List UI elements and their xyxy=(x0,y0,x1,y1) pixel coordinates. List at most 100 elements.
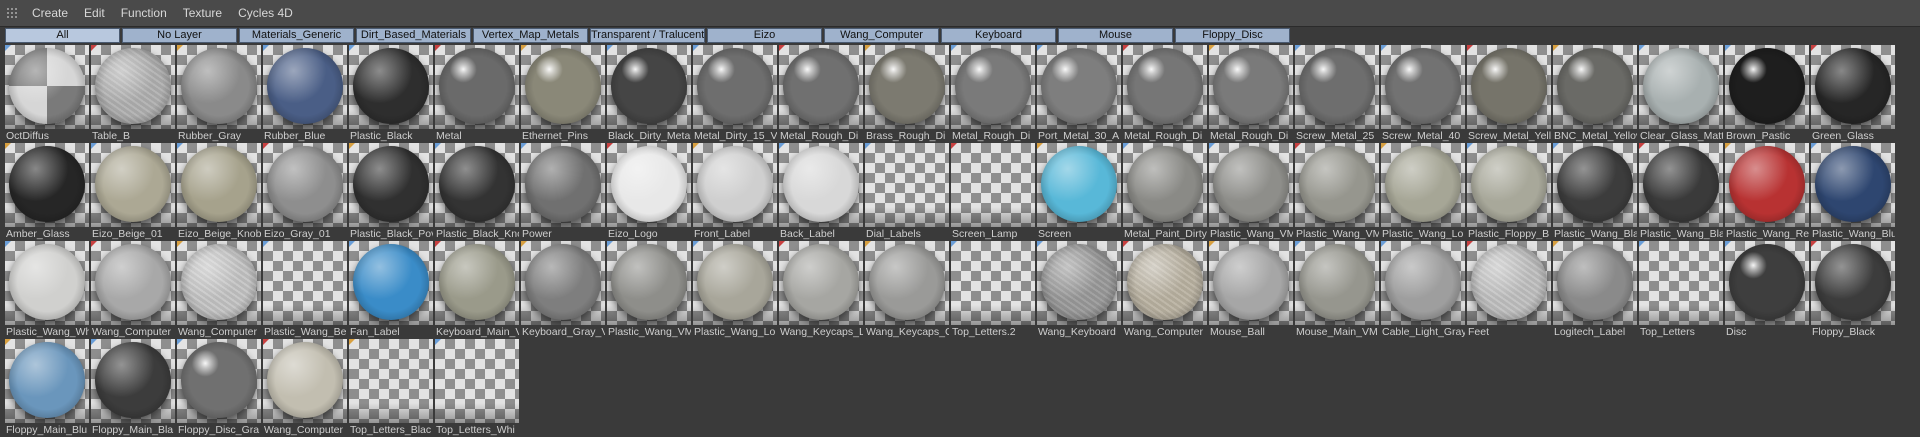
material-item[interactable]: Disc xyxy=(1725,241,1809,339)
material-item[interactable]: Eizo_Beige_Knob xyxy=(177,143,261,241)
material-item[interactable]: Plastic_Wang_Re xyxy=(1725,143,1809,241)
material-item[interactable]: Clear_Glass_Matt xyxy=(1639,45,1723,143)
material-item[interactable]: Floppy_Main_Blu xyxy=(5,339,89,437)
material-item[interactable]: Metal xyxy=(435,45,519,143)
preview-shadow xyxy=(263,305,347,325)
material-item[interactable]: Metal_Rough_Di xyxy=(1123,45,1207,143)
layer-tab[interactable]: Floppy_Disc xyxy=(1175,28,1290,43)
material-preview xyxy=(1553,143,1637,227)
material-item[interactable]: Keyboard_Gray_V xyxy=(521,241,605,339)
layer-tab[interactable]: All xyxy=(5,28,120,43)
material-item[interactable]: Plastic_Wang_Wh xyxy=(5,241,89,339)
material-item[interactable]: Wang_Keycaps_L xyxy=(779,241,863,339)
material-item[interactable]: Table_B xyxy=(91,45,175,143)
material-item[interactable]: Plastic_Wang_VM xyxy=(607,241,691,339)
material-item[interactable]: Metal_Rough_Di xyxy=(951,45,1035,143)
menu-create[interactable]: Create xyxy=(24,0,76,27)
material-item[interactable]: Screen_Lamp xyxy=(951,143,1035,241)
material-item[interactable]: Plastic_Black_Kno xyxy=(435,143,519,241)
menu-edit[interactable]: Edit xyxy=(76,0,113,27)
material-item[interactable]: Plastic_Black_Pov xyxy=(349,143,433,241)
layer-tab[interactable]: Keyboard xyxy=(941,28,1056,43)
material-item[interactable]: Brown_Pastic xyxy=(1725,45,1809,143)
material-item[interactable]: Floppy_Black xyxy=(1811,241,1895,339)
material-item[interactable]: Metal_Paint_Dirty xyxy=(1123,143,1207,241)
material-item[interactable]: Floppy_Main_Bla xyxy=(91,339,175,437)
material-item[interactable]: Black_Dirty_Metal xyxy=(607,45,691,143)
menu-texture[interactable]: Texture xyxy=(175,0,230,27)
material-item[interactable]: Metal_Dirty_15_V xyxy=(693,45,777,143)
material-name: Plastic_Wang_Blu xyxy=(1812,228,1895,240)
layer-tab[interactable]: Mouse xyxy=(1058,28,1173,43)
material-item[interactable]: Fan_Label xyxy=(349,241,433,339)
material-item[interactable]: Plastic_Wang_Lo xyxy=(1381,143,1465,241)
material-item[interactable]: Top_Letters_Whi xyxy=(435,339,519,437)
layer-color-marker xyxy=(435,241,441,247)
layer-tab[interactable]: Wang_Computer xyxy=(824,28,939,43)
layer-tab[interactable]: Materials_Generic xyxy=(239,28,354,43)
material-item[interactable]: Screen xyxy=(1037,143,1121,241)
material-item[interactable]: Top_Letters.2 xyxy=(951,241,1035,339)
material-item[interactable]: Wang_Computer xyxy=(177,241,261,339)
layer-tab[interactable]: Transparent / Tralucent xyxy=(590,28,705,43)
material-item[interactable]: Brass_Rough_Di xyxy=(865,45,949,143)
material-item[interactable]: Back_Label xyxy=(779,143,863,241)
material-item[interactable]: Metal_Rough_Di xyxy=(779,45,863,143)
material-item[interactable]: Plastic_Black xyxy=(349,45,433,143)
material-item[interactable]: Wang_Computer xyxy=(91,241,175,339)
layer-tab[interactable]: No Layer xyxy=(122,28,237,43)
material-item[interactable]: Wang_Computer xyxy=(263,339,347,437)
layer-color-marker xyxy=(5,143,11,149)
material-item[interactable]: Port_Metal_30_A xyxy=(1037,45,1121,143)
material-name: Plastic_Wang_Bla xyxy=(1554,228,1637,240)
material-item[interactable]: Wang_Keycaps_C xyxy=(865,241,949,339)
material-item[interactable]: Rubber_Blue xyxy=(263,45,347,143)
material-item[interactable]: Wang_Computer xyxy=(1123,241,1207,339)
material-item[interactable]: Keyboard_Main_V xyxy=(435,241,519,339)
material-item[interactable]: Plastic_Wang_Be xyxy=(263,241,347,339)
material-item[interactable]: Top_Letters_Blac xyxy=(349,339,433,437)
layer-color-marker xyxy=(177,339,183,345)
material-item[interactable]: Amber_Glass xyxy=(5,143,89,241)
material-item[interactable]: Metal_Rough_Di xyxy=(1209,45,1293,143)
menu-cycles-4d[interactable]: Cycles 4D xyxy=(230,0,301,27)
material-item[interactable]: Plastic_Wang_VM xyxy=(1295,143,1379,241)
material-item[interactable]: Plastic_Wang_VM xyxy=(1209,143,1293,241)
layer-tab[interactable]: Eizo xyxy=(707,28,822,43)
material-item[interactable]: OctDiffus xyxy=(5,45,89,143)
material-item[interactable]: Front_Label xyxy=(693,143,777,241)
material-item[interactable]: Green_Glass xyxy=(1811,45,1895,143)
material-item[interactable]: Mouse_Main_VM xyxy=(1295,241,1379,339)
layer-tab[interactable]: Vertex_Map_Metals xyxy=(473,28,588,43)
material-item[interactable]: Eizo_Gray_01 xyxy=(263,143,347,241)
material-item[interactable]: Eizo_Beige_01 xyxy=(91,143,175,241)
layer-color-marker xyxy=(349,45,355,51)
material-item[interactable]: Dial_Labels xyxy=(865,143,949,241)
material-item[interactable]: Logitech_Label xyxy=(1553,241,1637,339)
menu-function[interactable]: Function xyxy=(113,0,175,27)
drag-grip-icon[interactable] xyxy=(6,7,18,19)
material-item[interactable]: Ethernet_Pins xyxy=(521,45,605,143)
material-sphere xyxy=(697,48,773,124)
material-item[interactable]: BNC_Metal_Yellov xyxy=(1553,45,1637,143)
layer-color-marker xyxy=(1295,241,1301,247)
material-item[interactable]: Power xyxy=(521,143,605,241)
material-item[interactable]: Top_Letters xyxy=(1639,241,1723,339)
material-item[interactable]: Mouse_Ball xyxy=(1209,241,1293,339)
material-item[interactable]: Plastic_Floppy_B xyxy=(1467,143,1551,241)
material-item[interactable]: Cable_Light_Gray xyxy=(1381,241,1465,339)
material-item[interactable]: Screw_Metal_Yell xyxy=(1467,45,1551,143)
material-item[interactable]: Screw_Metal_25 xyxy=(1295,45,1379,143)
material-item[interactable]: Screw_Metal_40 xyxy=(1381,45,1465,143)
material-item[interactable]: Rubber_Gray xyxy=(177,45,261,143)
material-item[interactable]: Floppy_Disc_Gra xyxy=(177,339,261,437)
material-item[interactable]: Plastic_Wang_Bla xyxy=(1639,143,1723,241)
material-item[interactable]: Plastic_Wang_Lo xyxy=(693,241,777,339)
material-item[interactable]: Feet xyxy=(1467,241,1551,339)
material-item[interactable]: Wang_Keyboard xyxy=(1037,241,1121,339)
layer-tab[interactable]: Dirt_Based_Materials xyxy=(356,28,471,43)
material-sphere xyxy=(181,244,257,320)
material-item[interactable]: Eizo_Logo xyxy=(607,143,691,241)
material-item[interactable]: Plastic_Wang_Bla xyxy=(1553,143,1637,241)
material-item[interactable]: Plastic_Wang_Blu xyxy=(1811,143,1895,241)
